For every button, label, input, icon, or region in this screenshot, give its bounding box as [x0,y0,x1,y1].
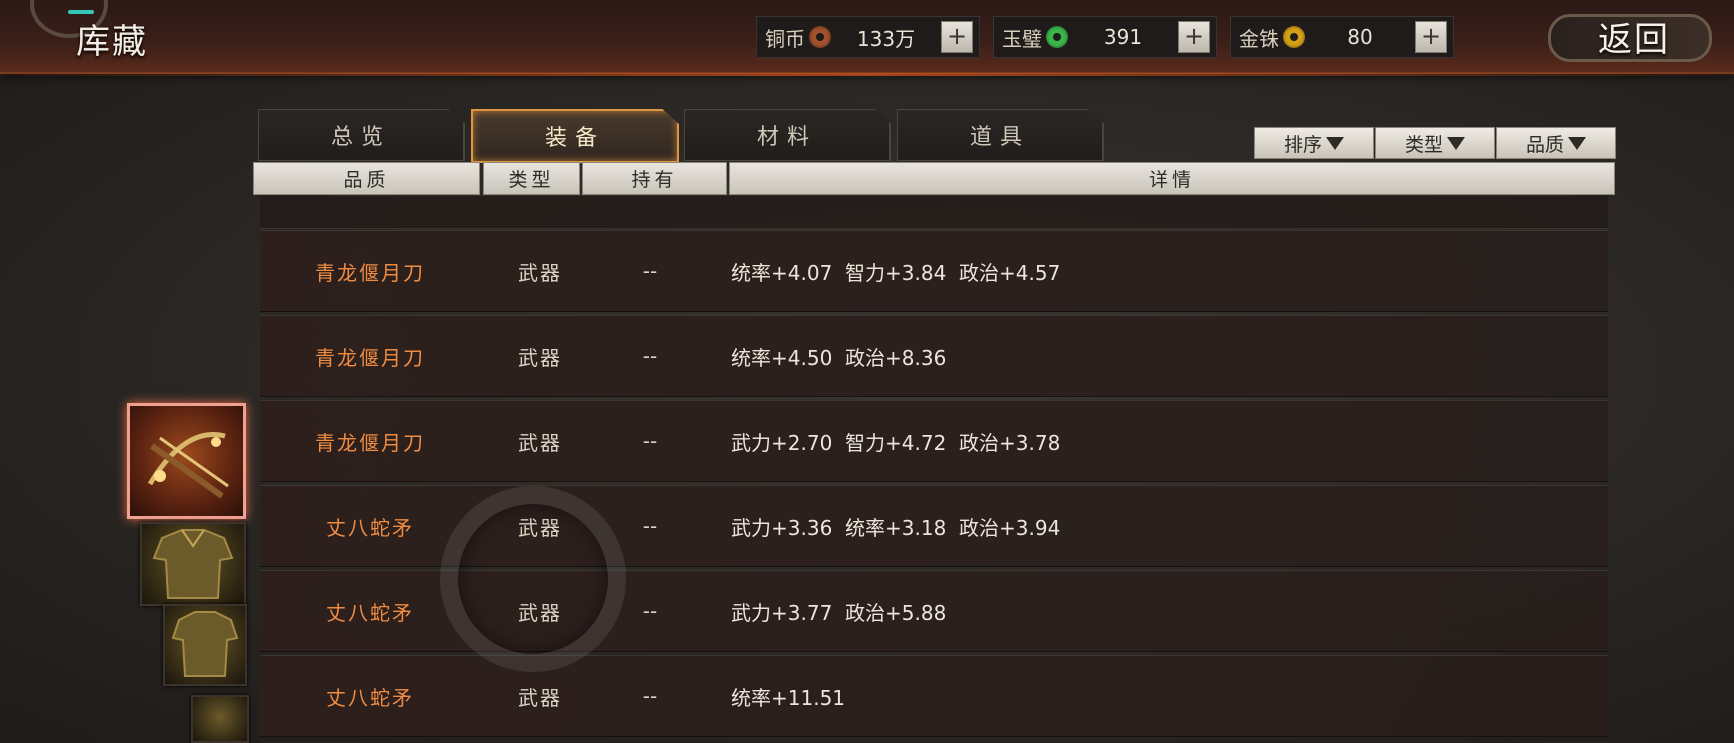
item-type: 武器 [518,430,562,455]
crossbow-icon [147,432,229,499]
gold-coin-icon [1283,26,1305,48]
currency-label: 金铢 [1239,26,1279,51]
item-detail: 统率+11.51 [731,685,846,710]
sort-button[interactable]: 排序 [1254,127,1374,159]
tab-items[interactable]: 道具 [897,109,1104,161]
tab-materials[interactable]: 材料 [684,109,891,161]
list-item[interactable]: 青龙偃月刀 武器 -- 统率+4.50 政治+8.36 [260,315,1608,397]
item-type: 武器 [518,345,562,370]
type-filter-label: 类型 [1404,133,1443,156]
item-detail: 武力+3.77 政治+5.88 [731,600,947,625]
currency-copper: 铜币 133万 + [756,16,980,58]
column-header-owned[interactable]: 持有 [582,162,727,195]
column-header-quality[interactable]: 品质 [253,162,480,195]
armor-thumbnail[interactable] [140,522,246,606]
triangle-down-icon [1326,136,1344,150]
quality-filter-label: 品质 [1525,133,1564,156]
item-owned: -- [642,684,658,708]
currency-jade: 玉璧 391 + [993,16,1217,58]
item-name: 青龙偃月刀 [315,345,425,370]
currency-value: 391 [1103,25,1143,49]
item-owned: -- [642,259,658,283]
tab-equipment[interactable]: 装备 [471,109,679,163]
list-item-partial [260,196,1608,229]
quality-filter-button[interactable]: 品质 [1496,127,1616,159]
sort-label: 排序 [1283,133,1322,156]
crossbow-thumbnail[interactable] [127,403,246,519]
page-title: 库藏 [76,22,148,62]
item-type: 武器 [518,260,562,285]
currency-value: 133万 [856,26,916,51]
item-name: 丈八蛇矛 [326,685,414,710]
currency-label: 玉璧 [1002,26,1042,51]
triangle-down-icon [1568,136,1586,150]
item-owned: -- [642,429,658,453]
type-filter-button[interactable]: 类型 [1375,127,1495,159]
tab-overview[interactable]: 总览 [258,109,465,161]
armor-thumbnail[interactable] [163,604,247,686]
item-detail: 武力+2.70 智力+4.72 政治+3.78 [731,430,1061,455]
armor-thumbnail[interactable] [191,695,249,743]
copper-coin-icon [809,26,831,48]
add-copper-button[interactable]: + [941,21,973,53]
currency-value: 80 [1347,25,1373,49]
armor-icon [171,611,239,677]
currency-gold: 金铢 80 + [1230,16,1454,58]
add-jade-button[interactable]: + [1178,21,1210,53]
item-name: 青龙偃月刀 [315,430,425,455]
item-detail: 武力+3.36 统率+3.18 政治+3.94 [731,515,1061,540]
item-detail: 统率+4.50 政治+8.36 [731,345,947,370]
equipment-list[interactable]: 青龙偃月刀 武器 -- 统率+4.07 智力+3.84 政治+4.57 青龙偃月… [255,196,1613,739]
back-label: 返回 [1598,20,1670,60]
currency-label: 铜币 [765,26,805,51]
triangle-down-icon [1447,136,1465,150]
list-item[interactable]: 青龙偃月刀 武器 -- 武力+2.70 智力+4.72 政治+3.78 [260,400,1608,482]
back-button[interactable]: 返回 [1548,10,1712,62]
jade-disc-icon [1046,26,1068,48]
item-owned: -- [642,344,658,368]
add-gold-button[interactable]: + [1415,21,1447,53]
loading-ring-icon [440,486,626,672]
column-header-detail[interactable]: 详情 [729,162,1615,195]
list-item[interactable]: 丈八蛇矛 武器 -- 统率+11.51 [260,655,1608,737]
armor-icon [152,529,234,599]
column-header-type[interactable]: 类型 [483,162,580,195]
item-detail: 统率+4.07 智力+3.84 政治+4.57 [731,260,1061,285]
list-item[interactable]: 青龙偃月刀 武器 -- 统率+4.07 智力+3.84 政治+4.57 [260,230,1608,312]
item-name: 青龙偃月刀 [315,260,425,285]
top-bar: 库藏 铜币 133万 + 玉璧 391 + 金铢 80 + 返回 [0,0,1734,76]
